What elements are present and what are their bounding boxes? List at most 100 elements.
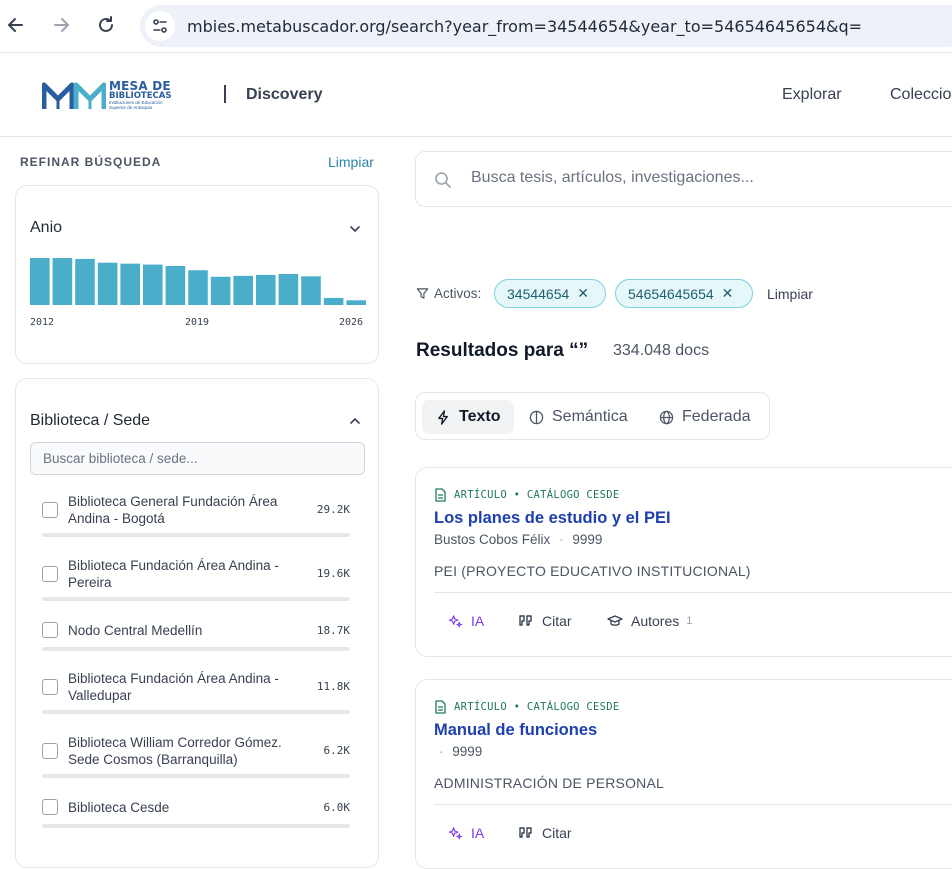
main-search-input[interactable]: Busca tesis, artículos, investigaciones.…	[415, 151, 952, 207]
url-text: mbies.metabuscador.org/search?year_from=…	[187, 16, 863, 36]
library-share-fill	[42, 824, 106, 828]
library-item[interactable]: Biblioteca Fundación Área Andina - Valle…	[42, 669, 350, 714]
logo-text: MESA DE BIBLIOTECAS Instituciones de Edu…	[109, 80, 171, 111]
year-bar[interactable]	[97, 262, 118, 305]
nav-colecciones[interactable]: Coleccio	[890, 86, 951, 104]
half-circle-icon	[529, 410, 544, 424]
graduation-cap-icon	[607, 615, 623, 626]
ia-button[interactable]: IA	[448, 825, 484, 841]
library-share-fill	[42, 710, 167, 714]
arrow-left-icon	[8, 18, 23, 32]
library-count: 19.6K	[316, 567, 350, 580]
library-name: Biblioteca General Fundación Área Andina…	[68, 494, 278, 526]
refine-clear-link[interactable]: Limpiar	[328, 154, 374, 170]
library-name: Biblioteca Fundación Área Andina - Perei…	[68, 558, 279, 590]
active-filters-clear-link[interactable]: Limpiar	[767, 286, 813, 302]
ia-button[interactable]: IA	[448, 613, 484, 629]
search-mode-tabs: Texto Semántica Federada	[415, 392, 770, 440]
filter-chip-year-to[interactable]: 54654645654 ✕	[615, 279, 753, 308]
result-meta: Bustos Cobos Félix · 9999	[434, 532, 602, 547]
year-bar[interactable]	[301, 276, 321, 305]
result-divider	[434, 592, 952, 593]
nav-explorar[interactable]: Explorar	[782, 86, 842, 104]
library-checkbox[interactable]	[42, 566, 58, 582]
library-facet-title[interactable]: Biblioteca / Sede	[30, 412, 150, 430]
back-button[interactable]	[0, 9, 32, 41]
forward-button[interactable]	[45, 9, 77, 41]
result-author[interactable]: Bustos Cobos Félix	[434, 532, 550, 547]
chevron-up-icon[interactable]	[348, 414, 362, 428]
year-bar[interactable]	[323, 297, 344, 305]
search-icon	[435, 172, 451, 188]
quote-icon	[519, 615, 532, 626]
library-item[interactable]: Biblioteca General Fundación Área Andina…	[42, 492, 350, 537]
year-tick-end: 2026	[339, 317, 364, 328]
library-item[interactable]: Biblioteca William Corredor Gómez. Sede …	[42, 733, 350, 778]
library-item[interactable]: Biblioteca Cesde 6.0K	[42, 798, 350, 834]
year-bar[interactable]	[75, 258, 95, 305]
library-count: 18.7K	[316, 624, 350, 637]
library-checkbox[interactable]	[42, 622, 58, 638]
tab-label: Texto	[459, 408, 501, 425]
year-bar[interactable]	[143, 264, 163, 305]
year-bar[interactable]	[30, 258, 50, 305]
authors-label: Autores	[631, 613, 680, 629]
cite-label: Citar	[542, 613, 572, 629]
year-facet-title[interactable]: Anio	[30, 219, 62, 237]
library-share-fill	[42, 533, 350, 537]
year-bar[interactable]	[346, 300, 366, 305]
library-share-fill	[42, 647, 240, 651]
result-title-link[interactable]: Los planes de estudio y el PEI	[434, 509, 671, 528]
globe-icon	[659, 410, 674, 424]
cite-button[interactable]: Citar	[518, 825, 572, 841]
result-subject[interactable]: PEI (PROYECTO EDUCATIVO INSTITUCIONAL)	[434, 563, 751, 579]
year-bar[interactable]	[120, 263, 140, 305]
filter-icon	[416, 288, 429, 299]
lightning-icon	[438, 409, 448, 425]
library-count: 11.8K	[316, 680, 350, 693]
result-title-link[interactable]: Manual de funciones	[434, 721, 597, 740]
library-item[interactable]: Nodo Central Medellín 18.7K	[42, 621, 350, 657]
reload-icon	[99, 16, 113, 32]
authors-count: 1	[686, 615, 693, 627]
site-header: MESA DE BIBLIOTECAS Instituciones de Edu…	[0, 54, 952, 137]
authors-button[interactable]: Autores 1	[607, 613, 692, 629]
site-settings-icon[interactable]	[145, 11, 175, 41]
library-share-bar	[42, 597, 350, 601]
year-bar[interactable]	[165, 265, 186, 305]
chevron-down-icon[interactable]	[348, 222, 362, 236]
result-year: 9999	[452, 744, 483, 759]
library-item[interactable]: Biblioteca Fundación Área Andina - Perei…	[42, 556, 350, 601]
library-checkbox[interactable]	[42, 743, 58, 759]
filter-chip-year-from[interactable]: 34544654 ✕	[494, 279, 606, 308]
result-subject[interactable]: ADMINISTRACIÓN DE PERSONAL	[434, 775, 664, 791]
address-bar[interactable]: mbies.metabuscador.org/search?year_from=…	[140, 5, 952, 47]
library-share-bar	[42, 647, 350, 651]
cite-button[interactable]: Citar	[518, 613, 572, 629]
year-bar[interactable]	[188, 270, 208, 305]
header-divider	[224, 85, 226, 103]
tab-federada[interactable]: Federada	[659, 400, 764, 434]
close-icon[interactable]: ✕	[577, 285, 589, 302]
tab-semantica[interactable]: Semántica	[529, 400, 644, 434]
year-bar[interactable]	[278, 273, 299, 305]
reload-button[interactable]	[90, 9, 122, 41]
logo-mark-icon	[42, 82, 106, 109]
year-bar[interactable]	[210, 276, 231, 305]
year-bar[interactable]	[256, 274, 276, 305]
arrow-right-icon	[54, 18, 69, 32]
tab-texto[interactable]: Texto	[422, 400, 514, 434]
library-checkbox[interactable]	[42, 799, 58, 815]
library-checkbox[interactable]	[42, 502, 58, 518]
library-checkbox[interactable]	[42, 679, 58, 695]
tab-label: Federada	[682, 408, 751, 425]
chip-label: 34544654	[507, 285, 570, 302]
close-icon[interactable]: ✕	[722, 285, 734, 302]
year-histogram[interactable]	[30, 258, 366, 305]
library-search-input[interactable]: Buscar biblioteca / sede...	[30, 442, 365, 475]
year-bar[interactable]	[52, 258, 73, 305]
year-bar[interactable]	[233, 275, 253, 305]
library-share-fill	[42, 774, 108, 778]
logo[interactable]: MESA DE BIBLIOTECAS Instituciones de Edu…	[42, 79, 171, 111]
result-type: ARTÍCULO • CATÁLOGO CESDE	[434, 700, 620, 714]
